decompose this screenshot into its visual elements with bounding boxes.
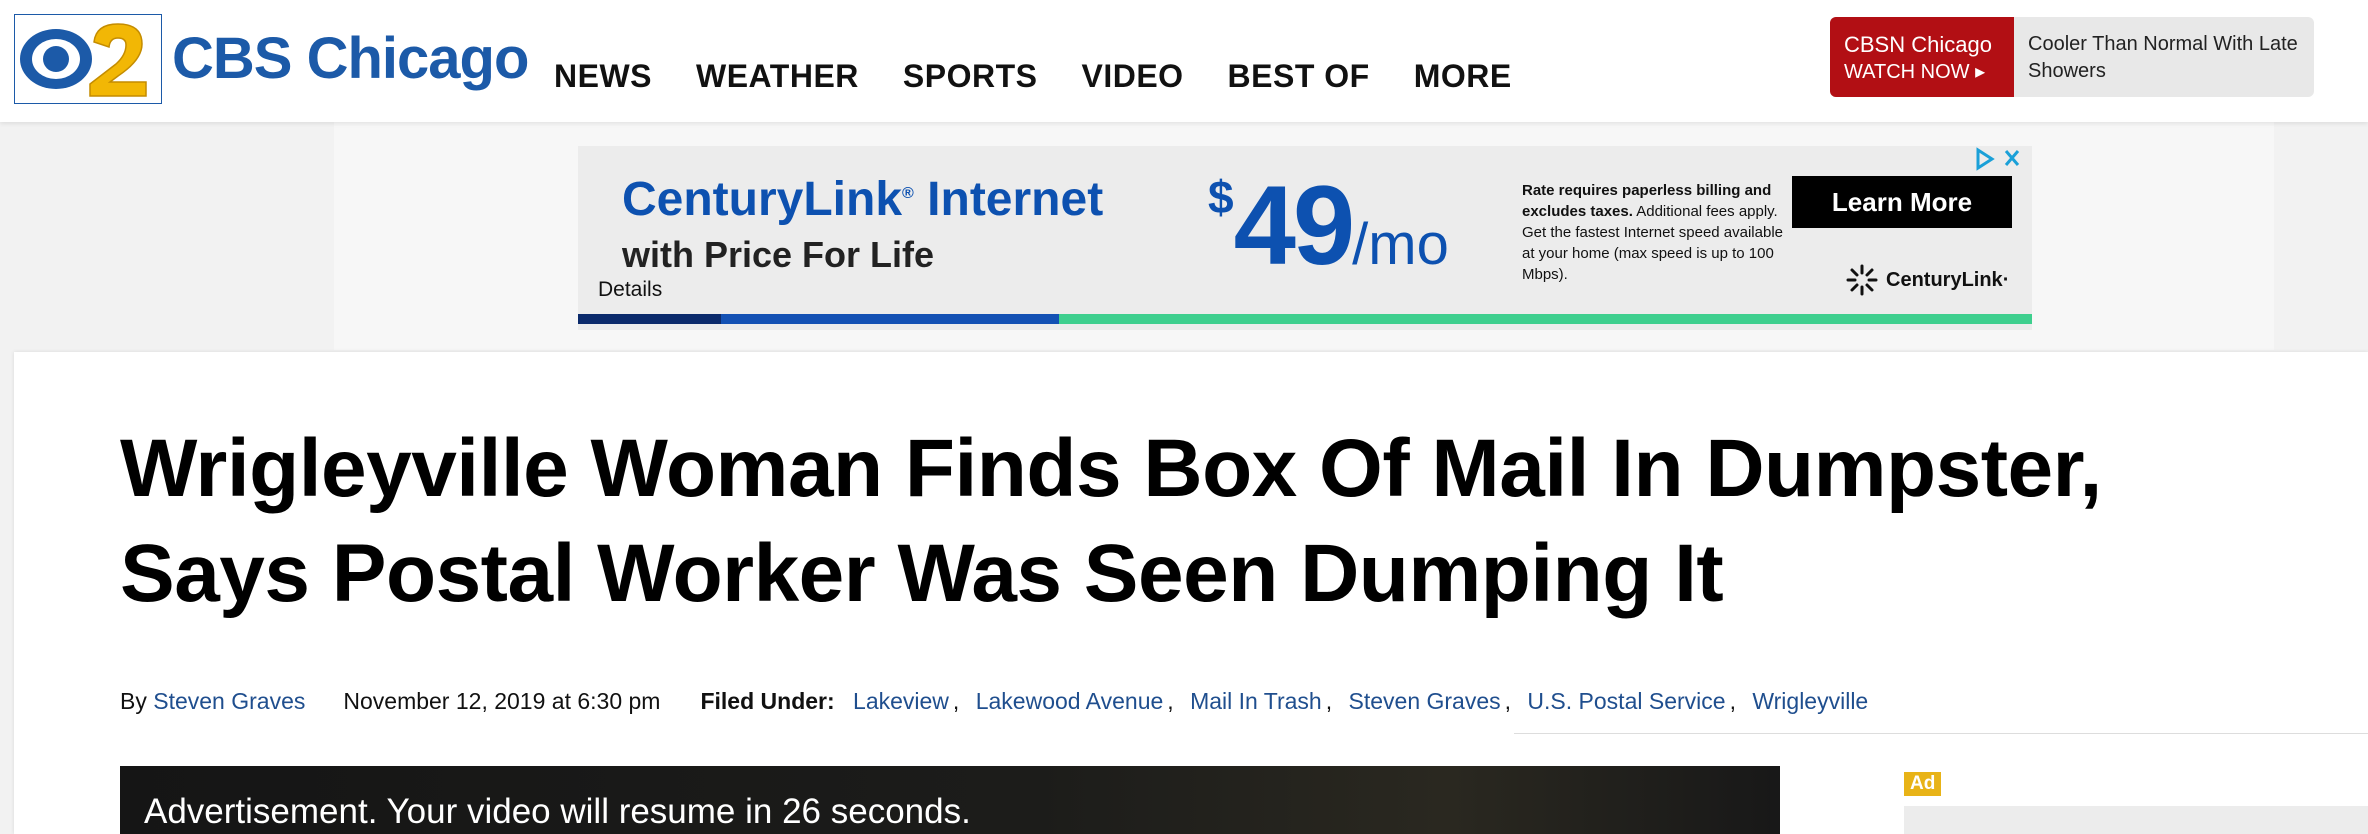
adchoices-icon[interactable] [1972, 146, 2028, 172]
byline-prefix: By [120, 688, 154, 714]
tag-link[interactable]: Lakewood Avenue [976, 688, 1164, 714]
nav-item-sports[interactable]: SPORTS [903, 58, 1038, 95]
centurylink-logo-text: CenturyLink [1886, 268, 2003, 291]
ad-brand-title: CenturyLink® Internet [622, 172, 1103, 227]
cbs-eye-logo-icon [13, 13, 163, 105]
ad-stripe-1 [578, 314, 721, 324]
watch-now-label: WATCH NOW ▸ [1844, 61, 1986, 83]
centurylink-logo-suffix: · [2002, 268, 2010, 291]
tag-separator: , [952, 688, 960, 714]
live-widget: CBSN Chicago WATCH NOW ▸ Cooler Than Nor… [1830, 17, 2314, 97]
ad-stripe-2 [721, 314, 1059, 324]
tag-link[interactable]: Steven Graves [1349, 688, 1501, 714]
top-ad-area: CenturyLink® Internet with Price For Lif… [334, 122, 2274, 350]
nav-item-best-of[interactable]: BEST OF [1228, 58, 1370, 95]
tag-separator: , [1167, 688, 1174, 714]
learn-more-button[interactable]: Learn More [1792, 176, 2012, 228]
sidebar-ad-slot [1904, 806, 2368, 834]
publish-date: November 12, 2019 at 6:30 pm [343, 688, 661, 714]
weather-headline[interactable]: Cooler Than Normal With Late Showers [2014, 17, 2308, 97]
filed-under-label: Filed Under: [700, 688, 835, 714]
article-headline: Wrigleyville Woman Finds Box Of Mail In … [120, 423, 2102, 619]
main-nav: NEWS WEATHER SPORTS VIDEO BEST OF MORE [554, 58, 1556, 95]
tag-separator: , [1729, 688, 1736, 714]
centurylink-sunburst-icon [1846, 264, 1878, 296]
ad-fine-print: Rate requires paperless billing and excl… [1522, 180, 1784, 285]
video-player[interactable]: Advertisement. Your video will resume in… [120, 766, 1780, 834]
ad-price-unit: /mo [1352, 212, 1449, 277]
video-ad-message: Advertisement. Your video will resume in… [144, 792, 971, 831]
live-station-label: CBSN Chicago [1844, 32, 1992, 57]
ad-brand-suffix: Internet [913, 173, 1104, 226]
tag-separator: , [1504, 688, 1512, 714]
byline: By Steven Graves [120, 688, 305, 715]
article-card: Wrigleyville Woman Finds Box Of Mail In … [14, 352, 2368, 834]
ad-registered-mark: ® [902, 185, 914, 202]
site-header: CBS Chicago NEWS WEATHER SPORTS VIDEO BE… [0, 0, 2368, 122]
watch-live-button[interactable]: CBSN Chicago WATCH NOW ▸ [1830, 17, 2014, 97]
centurylink-logo: CenturyLink · [1844, 262, 2009, 298]
centurylink-banner-ad[interactable]: CenturyLink® Internet with Price For Lif… [578, 146, 2032, 330]
ad-details-link[interactable]: Details [598, 278, 662, 302]
ad-label-badge: Ad [1904, 772, 1942, 796]
tag-link[interactable]: Wrigleyville [1752, 688, 1868, 714]
tag-link[interactable]: Mail In Trash [1190, 688, 1322, 714]
tag-link[interactable]: U.S. Postal Service [1527, 688, 1725, 714]
ad-price-dollar: $ [1208, 171, 1234, 223]
ad-stripe-3 [1059, 314, 2032, 324]
filed-under: Filed Under: Lakeview, Lakewood Avenue, … [700, 688, 1872, 715]
article-meta: By Steven Graves November 12, 2019 at 6:… [120, 688, 1872, 715]
divider [1514, 733, 2368, 734]
nav-item-video[interactable]: VIDEO [1081, 58, 1183, 95]
cbs2-logo[interactable]: CBS Chicago [13, 13, 529, 105]
ad-brand-name: CenturyLink [622, 173, 903, 226]
ad-price-value: 49 [1233, 163, 1356, 288]
nav-item-news[interactable]: NEWS [554, 58, 652, 95]
tag-separator: , [1325, 688, 1333, 714]
ad-price: $49/mo [1208, 170, 1449, 282]
tag-link[interactable]: Lakeview [853, 688, 949, 714]
ad-subline: with Price For Life [622, 234, 935, 275]
nav-item-weather[interactable]: WEATHER [696, 58, 859, 95]
author-link[interactable]: Steven Graves [153, 688, 305, 714]
nav-item-more[interactable]: MORE [1414, 58, 1512, 95]
logo-text: CBS Chicago [172, 26, 529, 91]
